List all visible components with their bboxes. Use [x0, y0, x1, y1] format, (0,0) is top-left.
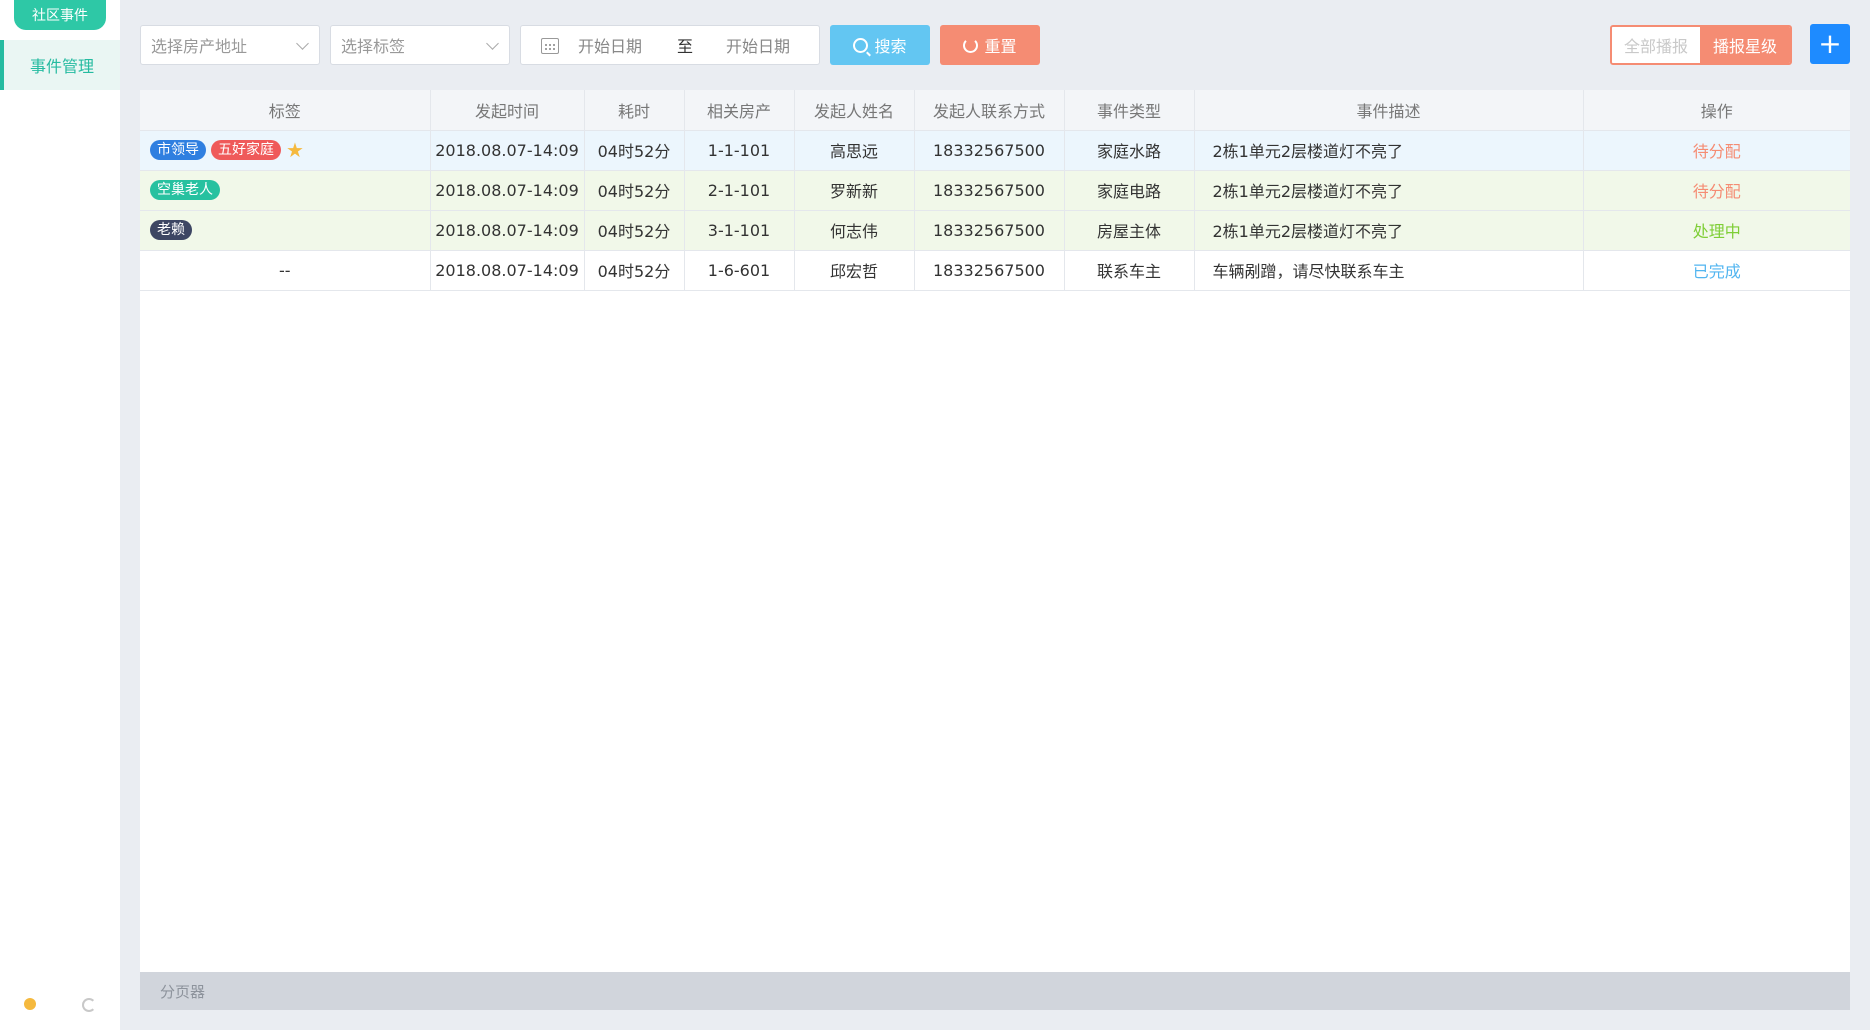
broadcast-star-option[interactable]: 播报星级	[1700, 27, 1790, 63]
duration-cell: 04时52分	[584, 170, 685, 211]
description-cell: 2栋1单元2层楼道灯不亮了	[1194, 170, 1584, 211]
time-cell: 2018.08.07-14:09	[430, 210, 585, 251]
description-cell: 2栋1单元2层楼道灯不亮了	[1194, 210, 1584, 251]
theme-dot-icon[interactable]	[24, 998, 36, 1010]
date-separator: 至	[677, 37, 694, 56]
property-cell: 2-1-101	[684, 170, 795, 211]
name-cell: 邱宏哲	[794, 250, 915, 291]
broadcast-toggle: 全部播报 播报星级	[1610, 25, 1792, 65]
date-end-input[interactable]: 开始日期	[726, 33, 790, 57]
column-header-tags: 标签	[140, 90, 431, 131]
tag-badge: 市领导	[150, 140, 206, 160]
type-cell: 家庭水路	[1064, 130, 1195, 171]
table-header-row: 标签 发起时间 耗时 相关房产 发起人姓名 发起人联系方式 事件类型 事件描述 …	[140, 90, 1850, 131]
pagination-label: 分页器	[160, 982, 206, 1001]
phone-cell: 18332567500	[914, 130, 1065, 171]
type-cell: 家庭电路	[1064, 170, 1195, 211]
phone-cell: 18332567500	[914, 170, 1065, 211]
time-cell: 2018.08.07-14:09	[430, 250, 585, 291]
date-start-input[interactable]: 开始日期	[578, 33, 642, 57]
column-header-duration: 耗时	[584, 90, 685, 131]
type-cell: 联系车主	[1064, 250, 1195, 291]
add-button[interactable]: +	[1810, 24, 1850, 64]
broadcast-all-option[interactable]: 全部播报	[1612, 27, 1700, 63]
search-icon	[853, 37, 869, 53]
tags-cell: --	[140, 250, 431, 291]
phone-cell: 18332567500	[914, 210, 1065, 251]
label-select-placeholder: 选择标签	[341, 37, 406, 56]
column-header-description: 事件描述	[1194, 90, 1584, 131]
star-icon: ★	[286, 138, 304, 162]
tags-cell: 空巢老人	[140, 170, 431, 211]
table-row[interactable]: 市领导 五好家庭 ★ 2018.08.07-14:09 04时52分 1-1-101…	[140, 130, 1850, 171]
search-button[interactable]: 搜索	[830, 25, 930, 65]
address-select[interactable]: 选择房产地址	[140, 25, 320, 65]
property-cell: 1-6-601	[684, 250, 795, 291]
duration-cell: 04时52分	[584, 130, 685, 171]
phone-cell: 18332567500	[914, 250, 1065, 291]
moon-icon[interactable]	[82, 998, 96, 1012]
type-cell: 房屋主体	[1064, 210, 1195, 251]
refresh-icon	[963, 37, 979, 53]
status-action-link[interactable]: 待分配	[1583, 170, 1850, 211]
tags-cell: 老赖	[140, 210, 431, 251]
name-cell: 高思远	[794, 130, 915, 171]
time-cell: 2018.08.07-14:09	[430, 130, 585, 171]
sidebar: 社区事件 事件管理	[0, 0, 120, 1030]
tag-badge: 五好家庭	[211, 140, 281, 160]
name-cell: 何志伟	[794, 210, 915, 251]
name-cell: 罗新新	[794, 170, 915, 211]
column-header-phone: 发起人联系方式	[914, 90, 1065, 131]
sidebar-item-event-management[interactable]: 事件管理	[0, 40, 120, 90]
time-cell: 2018.08.07-14:09	[430, 170, 585, 211]
sidebar-section-tag[interactable]: 社区事件	[14, 0, 106, 30]
column-header-property: 相关房产	[684, 90, 795, 131]
table-row[interactable]: -- 2018.08.07-14:09 04时52分 1-6-601 邱宏哲 1…	[140, 250, 1850, 291]
table-row[interactable]: 老赖 2018.08.07-14:09 04时52分 3-1-101 何志伟 1…	[140, 210, 1850, 251]
calendar-icon	[541, 38, 559, 54]
search-button-label: 搜索	[874, 37, 907, 56]
description-cell: 车辆剐蹭，请尽快联系车主	[1194, 250, 1584, 291]
chevron-down-icon	[486, 37, 499, 50]
events-table-container: 标签 发起时间 耗时 相关房产 发起人姓名 发起人联系方式 事件类型 事件描述 …	[140, 90, 1850, 972]
column-header-action: 操作	[1583, 90, 1850, 131]
status-action-link[interactable]: 已完成	[1583, 250, 1850, 291]
description-cell: 2栋1单元2层楼道灯不亮了	[1194, 130, 1584, 171]
property-cell: 1-1-101	[684, 130, 795, 171]
date-range-picker[interactable]: 开始日期 至 开始日期	[520, 25, 820, 65]
table-row[interactable]: 空巢老人 2018.08.07-14:09 04时52分 2-1-101 罗新新…	[140, 170, 1850, 211]
address-select-placeholder: 选择房产地址	[151, 37, 248, 56]
tag-badge: 空巢老人	[150, 180, 220, 201]
tag-badge: 老赖	[150, 220, 192, 241]
column-header-name: 发起人姓名	[794, 90, 915, 131]
pagination[interactable]: 分页器	[140, 972, 1850, 1010]
reset-button-label: 重置	[984, 37, 1017, 56]
reset-button[interactable]: 重置	[940, 25, 1040, 65]
tags-cell: 市领导 五好家庭 ★	[140, 130, 431, 171]
plus-icon: +	[1818, 27, 1842, 60]
status-action-link[interactable]: 处理中	[1583, 210, 1850, 251]
chevron-down-icon	[296, 37, 309, 50]
status-action-link[interactable]: 待分配	[1583, 130, 1850, 171]
label-select[interactable]: 选择标签	[330, 25, 510, 65]
events-table: 标签 发起时间 耗时 相关房产 发起人姓名 发起人联系方式 事件类型 事件描述 …	[140, 90, 1850, 291]
column-header-type: 事件类型	[1064, 90, 1195, 131]
duration-cell: 04时52分	[584, 250, 685, 291]
property-cell: 3-1-101	[684, 210, 795, 251]
duration-cell: 04时52分	[584, 210, 685, 251]
column-header-time: 发起时间	[430, 90, 585, 131]
